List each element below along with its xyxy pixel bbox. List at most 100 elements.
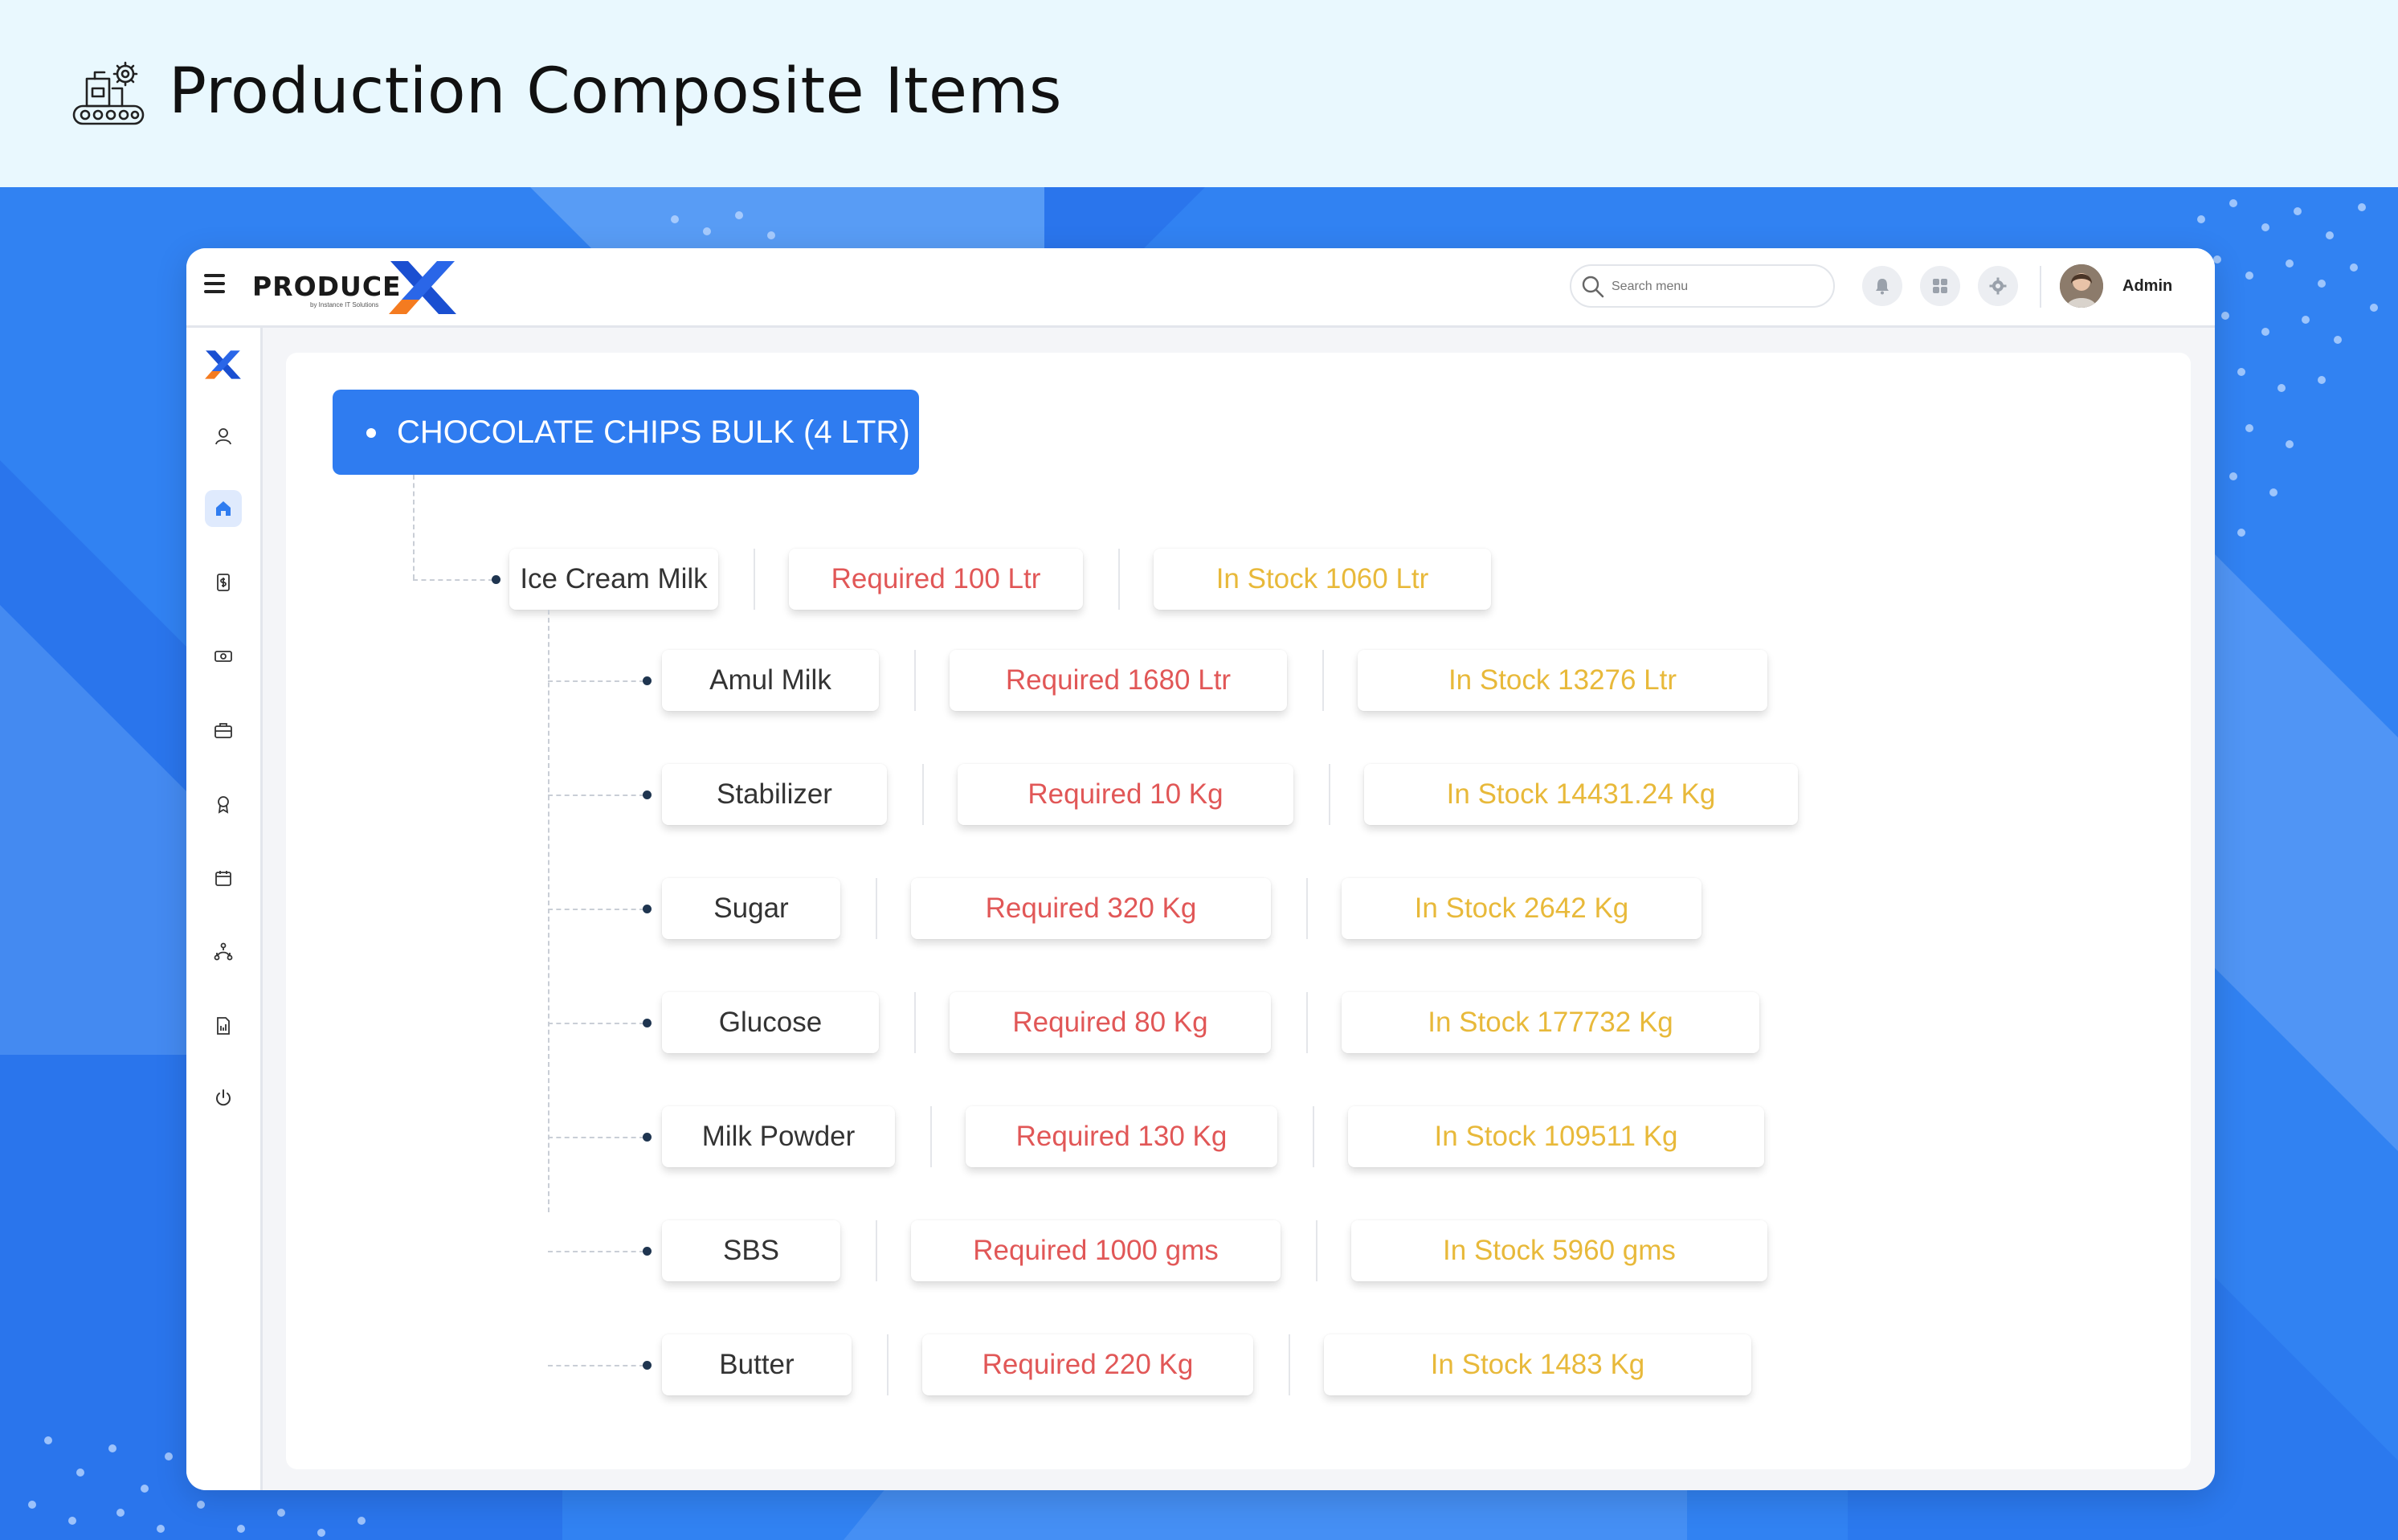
child-item-name[interactable]: SBS bbox=[662, 1220, 840, 1281]
root-item[interactable]: CHOCOLATE CHIPS BULK (4 LTR) bbox=[333, 390, 919, 475]
briefcase-icon bbox=[214, 723, 232, 738]
divider bbox=[1289, 1334, 1290, 1395]
divider bbox=[1306, 878, 1308, 939]
page-banner: Production Composite Items bbox=[0, 0, 2398, 187]
calendar-icon bbox=[215, 871, 231, 886]
power-icon bbox=[216, 1089, 231, 1106]
child-required: Required 80 Kg bbox=[950, 992, 1271, 1053]
sidebar-item-logout[interactable] bbox=[205, 1080, 242, 1117]
child-in-stock: In Stock 109511 Kg bbox=[1348, 1106, 1764, 1167]
child-required: Required 1000 gms bbox=[911, 1220, 1281, 1281]
divider bbox=[754, 549, 755, 610]
bullet bbox=[643, 1133, 652, 1142]
level1-item-name[interactable]: Ice Cream Milk bbox=[509, 549, 718, 610]
divider bbox=[1329, 764, 1330, 825]
badge-icon bbox=[218, 796, 229, 814]
sidebar-item-calendar[interactable] bbox=[205, 860, 242, 897]
child-item-name[interactable]: Glucose bbox=[662, 992, 879, 1053]
tree-connector bbox=[548, 795, 644, 796]
logo-text: PRODUCE bbox=[252, 271, 402, 302]
logo-x-icon bbox=[389, 261, 456, 314]
tree-connector bbox=[548, 680, 644, 682]
production-line-icon bbox=[72, 61, 145, 125]
child-item-name[interactable]: Stabilizer bbox=[662, 764, 887, 825]
sidebar bbox=[186, 328, 263, 1490]
sidebar-item-workflow[interactable] bbox=[205, 933, 242, 970]
divider bbox=[1316, 1220, 1317, 1281]
app-logo[interactable]: PRODUCE by Instance IT Solutions bbox=[252, 259, 461, 316]
sidebar-item-quality[interactable] bbox=[205, 786, 242, 823]
composite-tree-panel: CHOCOLATE CHIPS BULK (4 LTR) Ice Cream M… bbox=[286, 353, 2191, 1469]
search-icon bbox=[1582, 276, 1604, 298]
bullet bbox=[643, 790, 652, 799]
divider bbox=[1118, 549, 1120, 610]
menu-toggle-icon[interactable] bbox=[204, 274, 225, 296]
settings-button[interactable] bbox=[1978, 266, 2018, 306]
report-icon bbox=[217, 1017, 230, 1035]
apps-grid-icon bbox=[1933, 279, 1947, 293]
user-icon bbox=[215, 428, 231, 445]
root-item-label: CHOCOLATE CHIPS BULK (4 LTR) bbox=[397, 415, 910, 450]
divider bbox=[887, 1334, 889, 1395]
child-required: Required 320 Kg bbox=[911, 878, 1271, 939]
top-bar: PRODUCE by Instance IT Solutions Search … bbox=[186, 248, 2215, 328]
tree-connector bbox=[548, 1251, 644, 1252]
child-item-name[interactable]: Sugar bbox=[662, 878, 840, 939]
bell-icon bbox=[1876, 279, 1889, 295]
child-item-name[interactable]: Butter bbox=[662, 1334, 852, 1395]
divider bbox=[876, 1220, 877, 1281]
sidebar-item-jobs[interactable] bbox=[205, 712, 242, 749]
sidebar-logo-icon[interactable] bbox=[204, 347, 243, 382]
cash-icon bbox=[214, 651, 232, 662]
page-title: Production Composite Items bbox=[169, 55, 1063, 128]
child-required: Required 10 Kg bbox=[958, 764, 1293, 825]
bullet bbox=[643, 1019, 652, 1027]
tree-connector bbox=[413, 475, 415, 579]
apps-button[interactable] bbox=[1920, 266, 1960, 306]
topbar-divider bbox=[2040, 266, 2041, 308]
child-in-stock: In Stock 13276 Ltr bbox=[1358, 650, 1767, 711]
bullet bbox=[643, 676, 652, 685]
divider bbox=[876, 878, 877, 939]
money-doc-icon bbox=[217, 574, 230, 591]
bullet bbox=[366, 428, 376, 438]
divider bbox=[930, 1106, 932, 1167]
tree-connector bbox=[548, 1365, 644, 1366]
sidebar-item-reports[interactable] bbox=[205, 1007, 242, 1044]
user-name[interactable]: Admin bbox=[2122, 277, 2172, 296]
search-input[interactable] bbox=[1610, 276, 1822, 298]
logo-subtitle: by Instance IT Solutions bbox=[310, 301, 379, 308]
divider bbox=[914, 992, 916, 1053]
bullet bbox=[643, 905, 652, 913]
child-in-stock: In Stock 177732 Kg bbox=[1342, 992, 1759, 1053]
flow-icon bbox=[214, 942, 233, 961]
child-required: Required 130 Kg bbox=[966, 1106, 1277, 1167]
user-photo-icon bbox=[2060, 264, 2103, 308]
child-required: Required 220 Kg bbox=[922, 1334, 1253, 1395]
bullet bbox=[492, 575, 500, 584]
bullet bbox=[643, 1361, 652, 1370]
notifications-button[interactable] bbox=[1862, 266, 1902, 306]
child-in-stock: In Stock 2642 Kg bbox=[1342, 878, 1701, 939]
child-item-name[interactable]: Milk Powder bbox=[662, 1106, 895, 1167]
sidebar-item-finance[interactable] bbox=[205, 564, 242, 601]
search-box[interactable] bbox=[1570, 264, 1835, 308]
tree-connector bbox=[548, 1137, 644, 1138]
gear-icon bbox=[1989, 277, 2007, 295]
sidebar-item-cash[interactable] bbox=[205, 638, 242, 675]
avatar[interactable] bbox=[2060, 264, 2103, 308]
sidebar-item-home[interactable] bbox=[205, 490, 242, 527]
sidebar-item-profile[interactable] bbox=[205, 418, 242, 455]
child-required: Required 1680 Ltr bbox=[950, 650, 1287, 711]
child-in-stock: In Stock 1483 Kg bbox=[1324, 1334, 1751, 1395]
bullet bbox=[643, 1247, 652, 1256]
child-item-name[interactable]: Amul Milk bbox=[662, 650, 879, 711]
level1-in-stock: In Stock 1060 Ltr bbox=[1154, 549, 1491, 610]
level1-required: Required 100 Ltr bbox=[789, 549, 1083, 610]
divider bbox=[922, 764, 924, 825]
divider bbox=[1322, 650, 1324, 711]
tree-connector bbox=[548, 610, 549, 1212]
app-window: PRODUCE by Instance IT Solutions Search … bbox=[186, 248, 2215, 1490]
child-in-stock: In Stock 14431.24 Kg bbox=[1364, 764, 1798, 825]
divider bbox=[1313, 1106, 1314, 1167]
